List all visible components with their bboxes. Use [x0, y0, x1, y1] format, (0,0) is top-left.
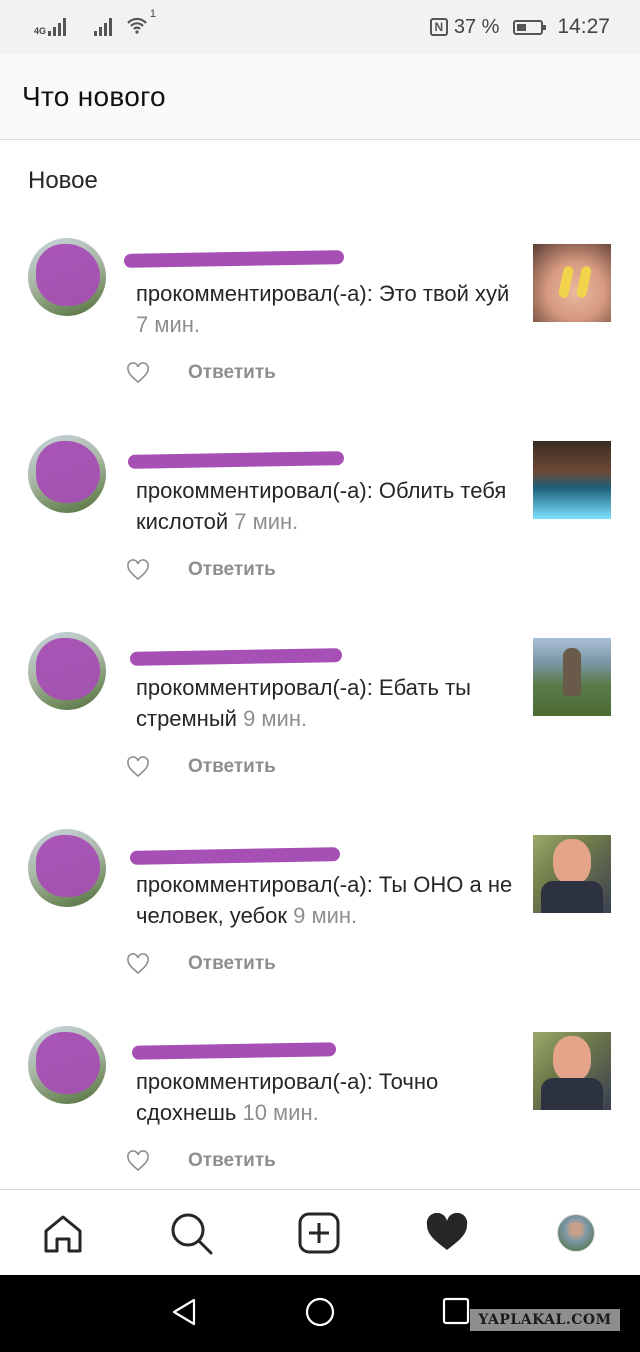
comment-actions: Ответить	[126, 559, 276, 581]
bottom-tab-bar	[0, 1189, 640, 1275]
avatar[interactable]	[28, 829, 106, 907]
battery-percent: 37 %	[453, 15, 500, 38]
wifi: 1	[126, 8, 156, 40]
redaction-scribble	[36, 1032, 100, 1094]
like-heart-icon[interactable]	[126, 1150, 150, 1172]
signal-2: 4G	[80, 18, 113, 36]
redaction-scribble	[36, 638, 100, 700]
comment-time: 7 мин.	[234, 509, 299, 534]
redaction-scribble	[36, 244, 100, 306]
network-type-1: 4G	[34, 26, 47, 36]
redacted-username	[127, 451, 345, 469]
comment-actions: Ответить	[126, 1150, 276, 1172]
section-title-new: Новое	[28, 167, 98, 194]
clock: 14:27	[557, 15, 610, 38]
like-heart-icon[interactable]	[126, 559, 150, 581]
activity-heart-icon	[426, 1213, 468, 1250]
comment-time: 9 мин.	[293, 903, 358, 928]
comment-text: прокомментировал(-а): Точно сдохнешь 10 …	[136, 1066, 516, 1128]
back-icon[interactable]	[170, 1297, 198, 1327]
comment-actions: Ответить	[126, 756, 276, 778]
comment-time: 10 мин.	[242, 1100, 319, 1125]
status-bar: 4G 4G 1 N 37 % 14:27	[0, 0, 640, 54]
comment-text: прокомментировал(-а): Ты ОНО а не челове…	[136, 869, 516, 931]
activity-item[interactable]: прокомментировал(-а): Облить тебя кислот…	[0, 435, 640, 632]
reply-button[interactable]: Ответить	[188, 756, 276, 778]
comment-actions: Ответить	[126, 953, 276, 975]
wifi-badge: 1	[149, 8, 157, 20]
redacted-username	[131, 1042, 337, 1060]
tab-activity[interactable]	[424, 1210, 470, 1256]
system-nav-bar: YAPLAKAL.COM	[0, 1275, 640, 1352]
comment-text: прокомментировал(-а): Это твой хуй 7 мин…	[136, 278, 516, 340]
activity-header: Что нового	[0, 54, 640, 140]
watermark: YAPLAKAL.COM	[470, 1309, 620, 1331]
like-heart-icon[interactable]	[126, 362, 150, 384]
comment-time: 7 мин.	[136, 312, 201, 337]
comment-time: 9 мин.	[243, 706, 308, 731]
avatar[interactable]	[28, 238, 106, 316]
recents-icon[interactable]	[442, 1297, 470, 1325]
wifi-icon	[127, 17, 147, 34]
battery-icon	[513, 19, 547, 35]
reply-button[interactable]: Ответить	[188, 953, 276, 975]
tab-new-post[interactable]	[296, 1210, 342, 1256]
page-title: Что нового	[22, 80, 166, 112]
post-thumbnail[interactable]	[533, 441, 611, 519]
redacted-username	[123, 250, 345, 268]
new-post-icon	[298, 1212, 340, 1254]
status-right: N 37 % 14:27	[429, 15, 610, 39]
post-thumbnail[interactable]	[533, 638, 611, 716]
avatar[interactable]	[28, 435, 106, 513]
redaction-scribble	[36, 441, 100, 503]
activity-item[interactable]: прокомментировал(-а): Это твой хуй 7 мин…	[0, 238, 640, 435]
tab-search[interactable]	[168, 1210, 214, 1256]
comment-text: прокомментировал(-а): Ебать ты стремный …	[136, 672, 516, 734]
like-heart-icon[interactable]	[126, 756, 150, 778]
nfc-icon: N	[429, 18, 448, 36]
redacted-username	[129, 648, 343, 666]
comment-body: прокомментировал(-а): Это твой хуй	[136, 281, 510, 306]
comment-actions: Ответить	[126, 362, 276, 384]
avatar[interactable]	[28, 1026, 106, 1104]
home-icon	[44, 1215, 82, 1253]
search-icon	[171, 1213, 213, 1255]
post-thumbnail[interactable]	[533, 835, 611, 913]
comment-text: прокомментировал(-а): Облить тебя кислот…	[136, 475, 516, 537]
redacted-username	[129, 847, 341, 865]
profile-avatar	[557, 1214, 595, 1252]
signal-bars-1-icon	[48, 18, 67, 36]
activity-item[interactable]: прокомментировал(-а): Ебать ты стремный …	[0, 632, 640, 829]
signal-bars-2-icon	[94, 18, 113, 36]
reply-button[interactable]: Ответить	[188, 1150, 276, 1172]
redaction-scribble	[36, 835, 100, 897]
reply-button[interactable]: Ответить	[188, 362, 276, 384]
tab-profile[interactable]	[553, 1210, 599, 1256]
status-left: 4G 4G 1	[34, 8, 156, 40]
activity-item[interactable]: прокомментировал(-а): Ты ОНО а не челове…	[0, 829, 640, 1026]
signal-1: 4G	[34, 18, 67, 36]
reply-button[interactable]: Ответить	[188, 559, 276, 581]
like-heart-icon[interactable]	[126, 953, 150, 975]
post-thumbnail[interactable]	[533, 1032, 611, 1110]
post-thumbnail[interactable]	[533, 244, 611, 322]
avatar[interactable]	[28, 632, 106, 710]
comment-body: прокомментировал(-а): Облить тебя кислот…	[136, 478, 507, 534]
tab-home[interactable]	[40, 1210, 86, 1256]
home-circle-icon[interactable]	[305, 1297, 335, 1327]
